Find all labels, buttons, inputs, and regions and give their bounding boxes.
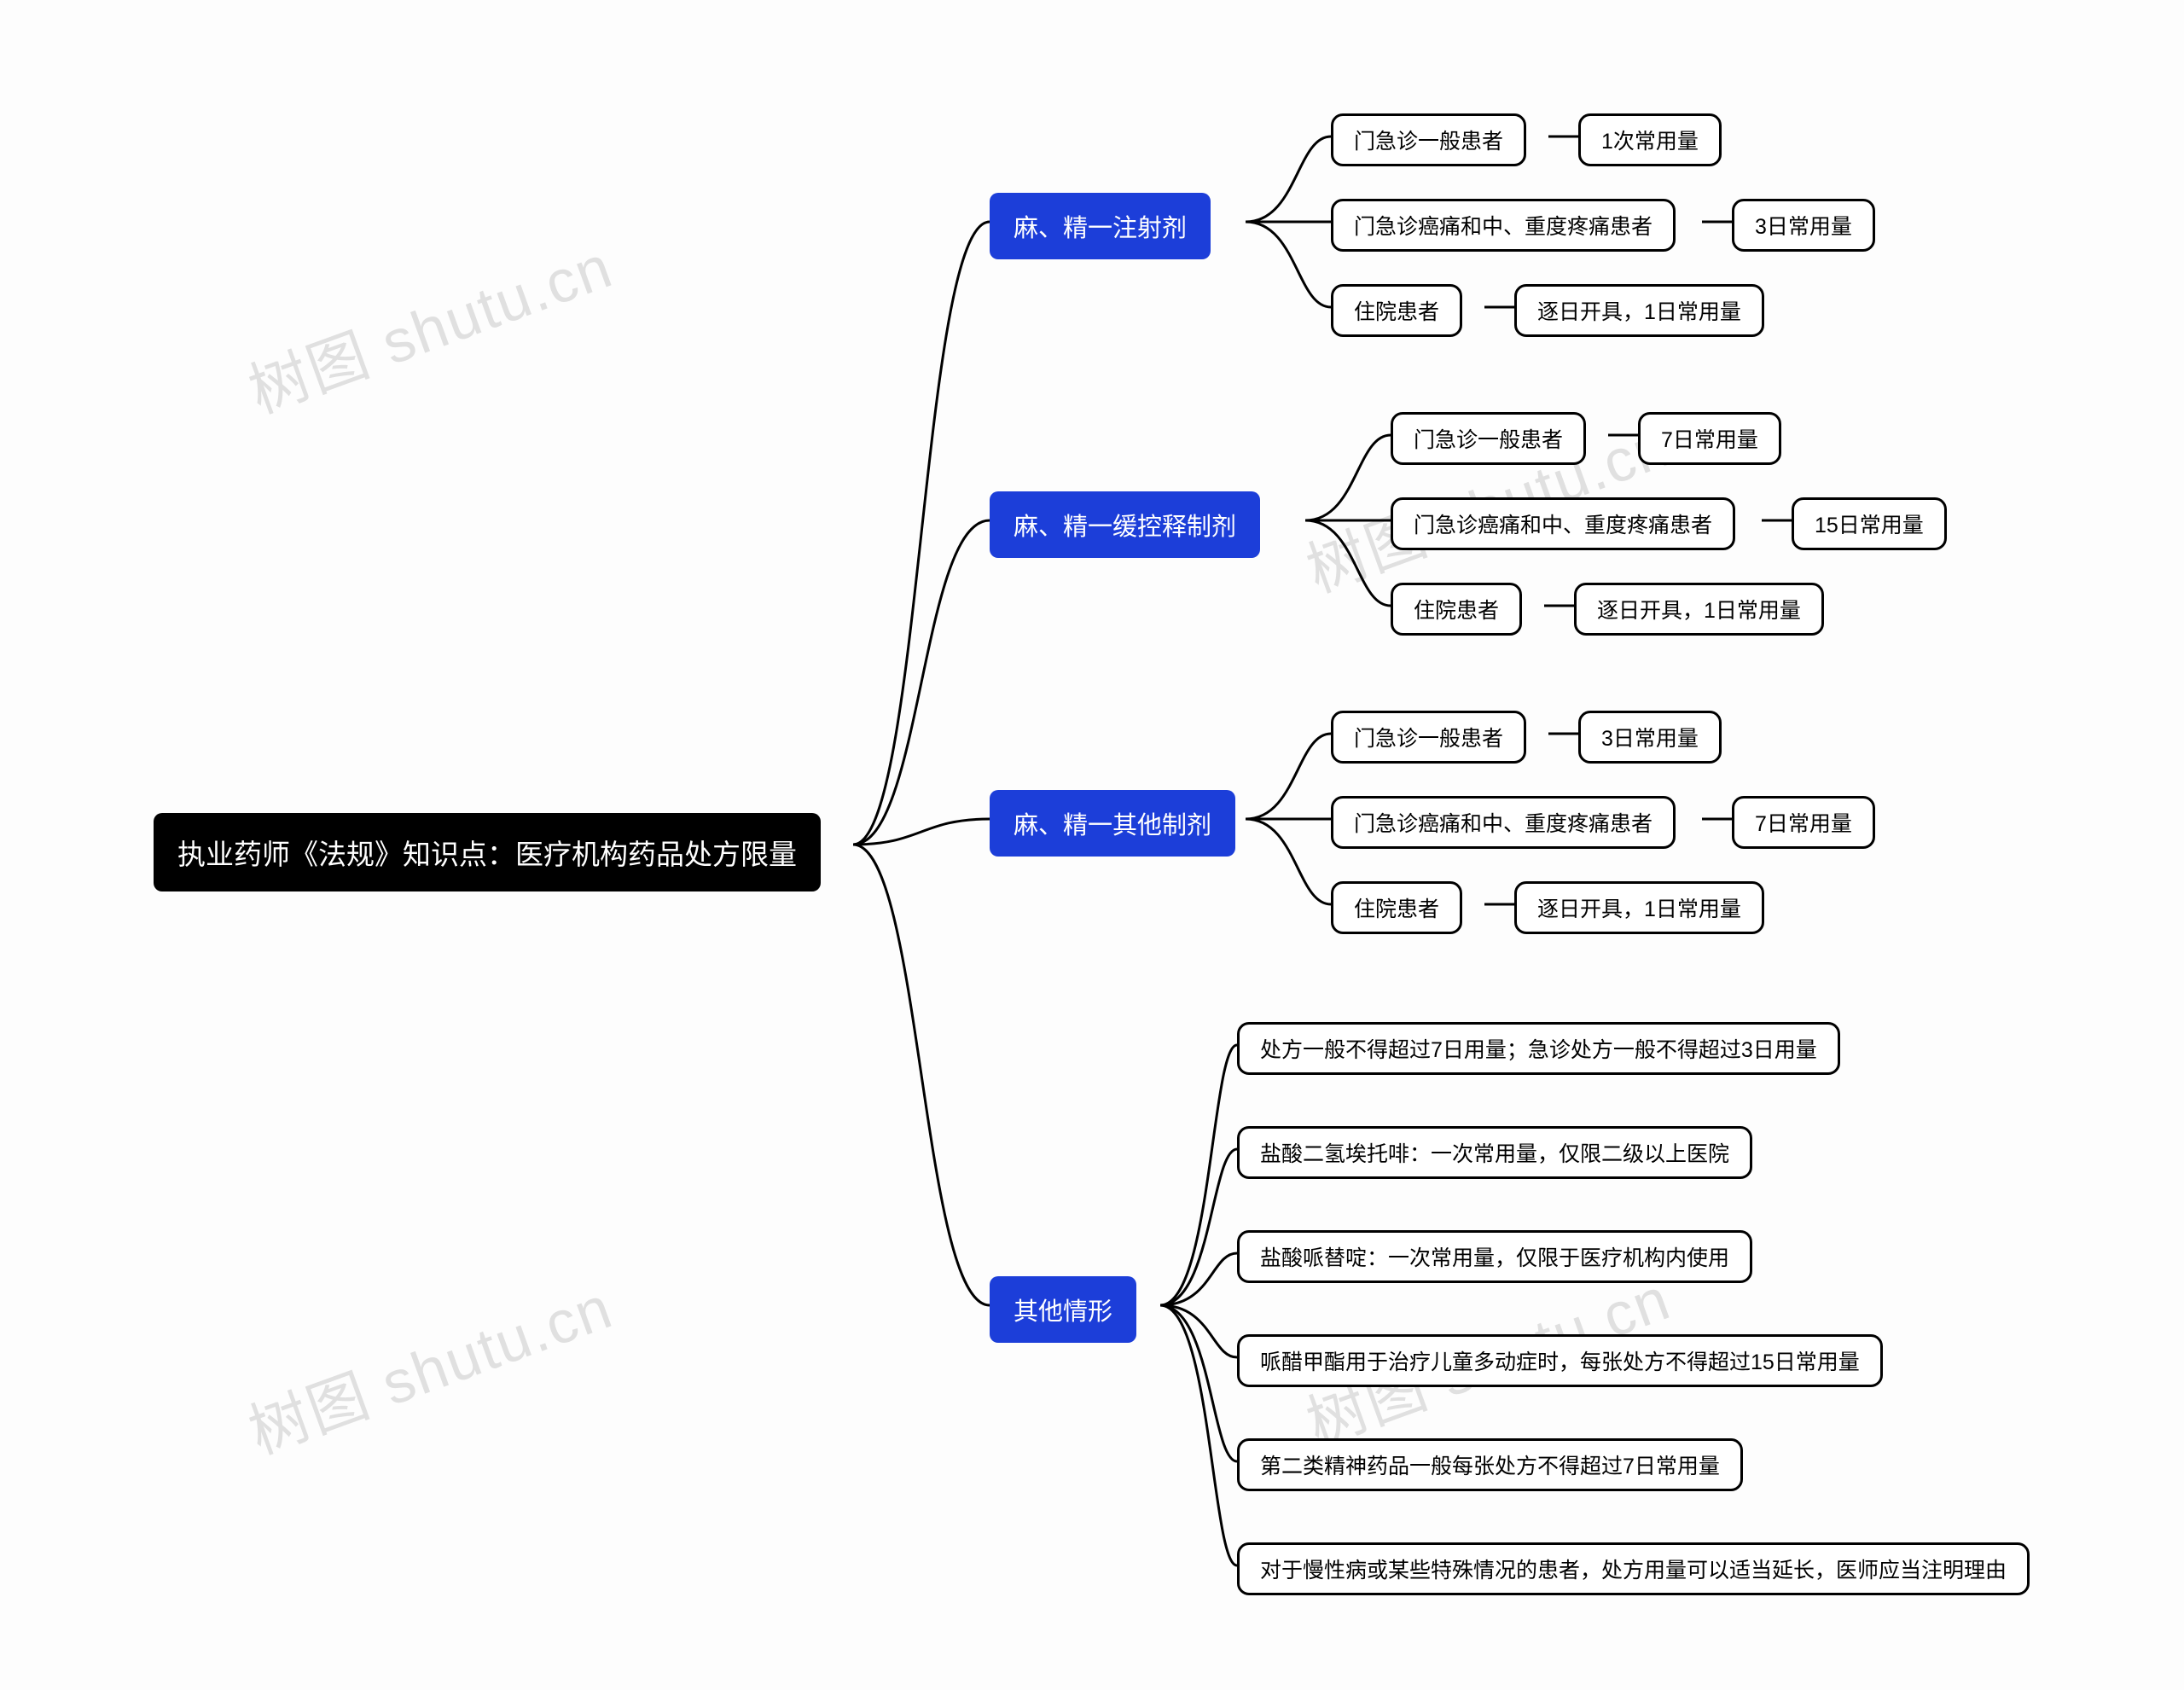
leaf-text: 3日常用量 bbox=[1601, 722, 1699, 752]
leaf-text: 逐日开具，1日常用量 bbox=[1537, 892, 1741, 923]
leaf: 3日常用量 bbox=[1578, 711, 1722, 764]
leaf: 门急诊一般患者 bbox=[1331, 711, 1526, 764]
leaf: 哌醋甲酯用于治疗儿童多动症时，每张处方不得超过15日常用量 bbox=[1237, 1334, 1883, 1387]
cat-other-form: 麻、精一其他制剂 bbox=[990, 790, 1235, 857]
leaf: 住院患者 bbox=[1331, 881, 1462, 934]
root-node: 执业药师《法规》知识点：医疗机构药品处方限量 bbox=[154, 813, 821, 891]
leaf: 盐酸哌替啶：一次常用量，仅限于医疗机构内使用 bbox=[1237, 1230, 1752, 1283]
leaf: 住院患者 bbox=[1391, 583, 1522, 636]
leaf: 第二类精神药品一般每张处方不得超过7日常用量 bbox=[1237, 1438, 1743, 1491]
leaf: 盐酸二氢埃托啡：一次常用量，仅限二级以上医院 bbox=[1237, 1126, 1752, 1179]
leaf-text: 哌醋甲酯用于治疗儿童多动症时，每张处方不得超过15日常用量 bbox=[1260, 1345, 1860, 1376]
watermark: 树图 shutu.cn bbox=[235, 1260, 623, 1471]
watermark: 树图 shutu.cn bbox=[235, 219, 623, 430]
leaf-text: 门急诊癌痛和中、重度疼痛患者 bbox=[1354, 210, 1653, 241]
cat-sustained: 麻、精一缓控释制剂 bbox=[990, 491, 1260, 558]
leaf-text: 1次常用量 bbox=[1601, 125, 1699, 155]
leaf-text: 7日常用量 bbox=[1661, 423, 1758, 454]
cat-label: 麻、精一缓控释制剂 bbox=[1014, 507, 1236, 543]
leaf: 1次常用量 bbox=[1578, 113, 1722, 166]
leaf-text: 3日常用量 bbox=[1755, 210, 1852, 241]
leaf-text: 第二类精神药品一般每张处方不得超过7日常用量 bbox=[1260, 1449, 1720, 1480]
root-label: 执业药师《法规》知识点：医疗机构药品处方限量 bbox=[177, 832, 797, 873]
leaf: 门急诊癌痛和中、重度疼痛患者 bbox=[1391, 497, 1735, 550]
leaf: 7日常用量 bbox=[1638, 412, 1781, 465]
leaf: 门急诊一般患者 bbox=[1391, 412, 1586, 465]
leaf-text: 门急诊癌痛和中、重度疼痛患者 bbox=[1414, 508, 1712, 539]
leaf: 住院患者 bbox=[1331, 284, 1462, 337]
leaf-text: 门急诊一般患者 bbox=[1354, 722, 1503, 752]
leaf-text: 住院患者 bbox=[1414, 594, 1499, 624]
leaf: 对于慢性病或某些特殊情况的患者，处方用量可以适当延长，医师应当注明理由 bbox=[1237, 1542, 2030, 1595]
leaf: 7日常用量 bbox=[1732, 796, 1875, 849]
leaf: 逐日开具，1日常用量 bbox=[1574, 583, 1824, 636]
cat-label: 其他情形 bbox=[1014, 1292, 1112, 1327]
leaf-text: 对于慢性病或某些特殊情况的患者，处方用量可以适当延长，医师应当注明理由 bbox=[1260, 1554, 2007, 1584]
cat-other-situations: 其他情形 bbox=[990, 1276, 1136, 1343]
leaf-text: 处方一般不得超过7日用量；急诊处方一般不得超过3日用量 bbox=[1260, 1033, 1817, 1064]
leaf-text: 门急诊癌痛和中、重度疼痛患者 bbox=[1354, 807, 1653, 838]
leaf-text: 门急诊一般患者 bbox=[1354, 125, 1503, 155]
leaf: 门急诊一般患者 bbox=[1331, 113, 1526, 166]
leaf: 逐日开具，1日常用量 bbox=[1514, 881, 1764, 934]
leaf: 逐日开具，1日常用量 bbox=[1514, 284, 1764, 337]
cat-label: 麻、精一其他制剂 bbox=[1014, 805, 1211, 841]
leaf: 15日常用量 bbox=[1792, 497, 1947, 550]
leaf: 门急诊癌痛和中、重度疼痛患者 bbox=[1331, 199, 1676, 252]
leaf-text: 逐日开具，1日常用量 bbox=[1597, 594, 1801, 624]
leaf-text: 15日常用量 bbox=[1815, 508, 1924, 539]
leaf-text: 逐日开具，1日常用量 bbox=[1537, 295, 1741, 326]
leaf: 门急诊癌痛和中、重度疼痛患者 bbox=[1331, 796, 1676, 849]
leaf-text: 门急诊一般患者 bbox=[1414, 423, 1563, 454]
leaf: 3日常用量 bbox=[1732, 199, 1875, 252]
cat-label: 麻、精一注射剂 bbox=[1014, 208, 1187, 244]
leaf-text: 住院患者 bbox=[1354, 892, 1439, 923]
leaf-text: 盐酸二氢埃托啡：一次常用量，仅限二级以上医院 bbox=[1260, 1137, 1729, 1168]
leaf-text: 住院患者 bbox=[1354, 295, 1439, 326]
leaf-text: 7日常用量 bbox=[1755, 807, 1852, 838]
leaf-text: 盐酸哌替啶：一次常用量，仅限于医疗机构内使用 bbox=[1260, 1241, 1729, 1272]
leaf: 处方一般不得超过7日用量；急诊处方一般不得超过3日用量 bbox=[1237, 1022, 1840, 1075]
cat-injection: 麻、精一注射剂 bbox=[990, 193, 1211, 259]
